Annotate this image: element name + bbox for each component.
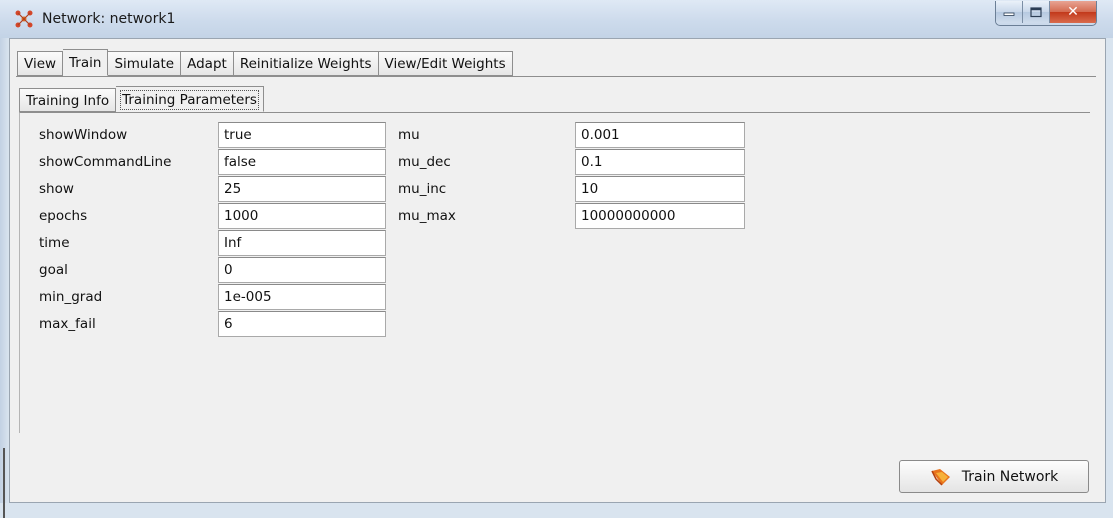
train-flame-icon	[931, 468, 950, 486]
tab-reinitialize-weights[interactable]: Reinitialize Weights	[233, 51, 379, 76]
tab-adapt[interactable]: Adapt	[181, 51, 234, 76]
param-field-show[interactable]: 25	[218, 176, 386, 202]
main-tab-strip: View Train Simulate Adapt Reinitialize W…	[17, 49, 513, 77]
param-field-time[interactable]: Inf	[218, 230, 386, 256]
param-field-showcommandline[interactable]: false	[218, 149, 386, 175]
subtab-training-parameters[interactable]: Training Parameters	[116, 86, 264, 112]
tab-simulate[interactable]: Simulate	[108, 51, 182, 76]
sub-tab-strip: Training Info Training Parameters	[19, 86, 264, 112]
train-network-label: Train Network	[961, 468, 1059, 485]
minimize-icon	[1003, 12, 1015, 16]
resize-edge-mark	[3, 448, 5, 518]
param-label-show: show	[39, 181, 74, 197]
network-app-icon	[15, 10, 33, 28]
param-label-max-fail: max_fail	[39, 316, 96, 332]
param-field-mu[interactable]: 0.001	[575, 122, 745, 148]
close-button[interactable]: ✕	[1050, 1, 1096, 23]
param-label-time: time	[39, 235, 70, 251]
param-label-epochs: epochs	[39, 208, 88, 224]
subtab-training-info[interactable]: Training Info	[19, 88, 117, 112]
param-field-max-fail[interactable]: 6	[218, 311, 386, 337]
param-label-mu: mu	[398, 127, 420, 143]
param-label-mu-dec: mu_dec	[398, 154, 451, 170]
param-label-showwindow: showWindow	[39, 127, 128, 143]
param-field-mu-dec[interactable]: 0.1	[575, 149, 745, 175]
param-label-min-grad: min_grad	[39, 289, 103, 305]
param-label-mu-inc: mu_inc	[398, 181, 447, 197]
minimize-button[interactable]	[996, 1, 1023, 23]
param-label-goal: goal	[39, 262, 68, 278]
subtab-training-parameters-label: Training Parameters	[120, 90, 259, 110]
tab-train[interactable]: Train	[63, 49, 109, 76]
tab-view[interactable]: View	[17, 51, 64, 76]
param-field-mu-inc[interactable]: 10	[575, 176, 745, 202]
window-content: View Train Simulate Adapt Reinitialize W…	[9, 38, 1106, 503]
param-label-showcommandline: showCommandLine	[39, 154, 172, 170]
window-controls: ✕	[995, 1, 1097, 26]
tab-view-edit-weights[interactable]: View/Edit Weights	[378, 51, 513, 76]
param-field-showwindow[interactable]: true	[218, 122, 386, 148]
maximize-button[interactable]	[1023, 1, 1050, 23]
train-network-button[interactable]: Train Network	[899, 460, 1089, 493]
subtab-training-info-label: Training Info	[26, 93, 110, 109]
training-parameters-panel: showWindow true showCommandLine false sh…	[19, 112, 1090, 433]
window-title: Network: network1	[42, 11, 176, 27]
param-field-mu-max[interactable]: 10000000000	[575, 203, 745, 229]
param-field-goal[interactable]: 0	[218, 257, 386, 283]
window-left-border	[0, 38, 9, 518]
param-field-epochs[interactable]: 1000	[218, 203, 386, 229]
maximize-icon	[1030, 6, 1042, 17]
close-icon: ✕	[1067, 4, 1079, 20]
param-field-min-grad[interactable]: 1e-005	[218, 284, 386, 310]
param-label-mu-max: mu_max	[398, 208, 456, 224]
title-bar[interactable]: Network: network1 ✕	[0, 0, 1113, 38]
